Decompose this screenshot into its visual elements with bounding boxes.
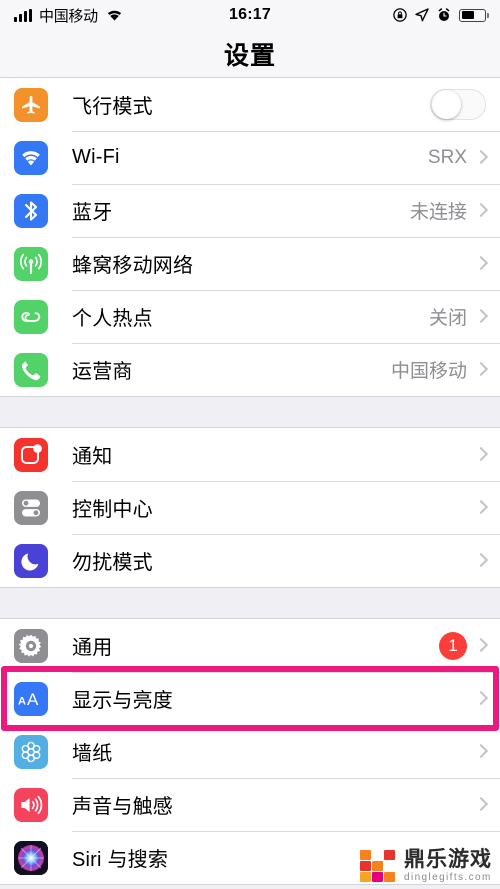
row-accessory bbox=[473, 552, 500, 568]
siri-icon bbox=[14, 840, 48, 875]
airplane-icon bbox=[14, 87, 48, 122]
status-bar-left: 中国移动 bbox=[14, 5, 124, 26]
settings-row-sounds[interactable]: 声音与触感 bbox=[0, 778, 500, 831]
settings-row-carrier[interactable]: 运营商 中国移动 bbox=[0, 343, 500, 396]
rotation-lock-icon bbox=[393, 8, 407, 22]
svg-text:A: A bbox=[18, 695, 26, 707]
section-gap bbox=[0, 397, 500, 427]
page-title: 设置 bbox=[223, 41, 276, 70]
chevron-right-icon bbox=[473, 743, 489, 759]
row-accessory: 1 bbox=[439, 631, 500, 660]
row-accessory bbox=[473, 255, 500, 271]
row-label: 运营商 bbox=[72, 361, 133, 383]
row-accessory bbox=[430, 89, 500, 120]
location-arrow-icon bbox=[415, 8, 429, 22]
section-gap bbox=[0, 588, 500, 618]
chevron-right-icon bbox=[473, 202, 489, 218]
row-value: 未连接 bbox=[409, 202, 467, 223]
wifi-icon bbox=[14, 140, 48, 175]
chevron-right-icon bbox=[473, 255, 489, 271]
notification-icon bbox=[14, 437, 48, 472]
chevron-right-icon bbox=[473, 552, 489, 568]
row-accessory bbox=[473, 743, 500, 759]
watermark-text: 鼎乐游戏 dinglegifts.com bbox=[404, 849, 492, 883]
settings-row-airplane-mode[interactable]: 飞行模式 bbox=[0, 78, 500, 131]
speaker-icon bbox=[14, 787, 48, 822]
cellular-icon bbox=[14, 246, 48, 281]
row-label: 蓝牙 bbox=[72, 202, 113, 224]
settings-row-general[interactable]: 通用 1 bbox=[0, 619, 500, 672]
row-label: 蜂窝移动网络 bbox=[72, 255, 194, 277]
row-label: 个人热点 bbox=[72, 308, 153, 330]
row-label: 墙纸 bbox=[72, 743, 113, 765]
moon-icon bbox=[14, 543, 48, 578]
battery-icon bbox=[459, 8, 489, 22]
settings-row-wifi[interactable]: Wi-Fi SRX bbox=[0, 131, 500, 184]
alarm-clock-icon bbox=[437, 8, 451, 22]
row-accessory bbox=[473, 690, 500, 706]
row-label: 飞行模式 bbox=[72, 96, 153, 118]
watermark-domain: dinglegifts.com bbox=[404, 872, 492, 883]
row-accessory: SRX bbox=[428, 147, 500, 169]
airplane-mode-toggle[interactable] bbox=[430, 89, 486, 120]
settings-screen: 中国移动 16:17 设置 飞行模式 Wi-Fi SRX 蓝牙 未连接 蜂窝移动… bbox=[0, 0, 500, 889]
settings-row-bluetooth[interactable]: 蓝牙 未连接 bbox=[0, 184, 500, 237]
control-center-icon bbox=[14, 490, 48, 525]
wifi-icon bbox=[105, 8, 124, 22]
wallpaper-icon bbox=[14, 734, 48, 769]
status-carrier-label: 中国移动 bbox=[39, 7, 98, 25]
chevron-right-icon bbox=[473, 149, 489, 165]
row-accessory bbox=[473, 796, 500, 812]
aa-icon: AA bbox=[14, 681, 48, 716]
chevron-right-icon bbox=[473, 361, 489, 377]
settings-row-control-center[interactable]: 控制中心 bbox=[0, 481, 500, 534]
hotspot-icon bbox=[14, 299, 48, 334]
watermark-title: 鼎乐游戏 bbox=[404, 848, 492, 871]
row-label: Wi-Fi bbox=[72, 146, 120, 168]
row-label: 显示与亮度 bbox=[72, 690, 173, 712]
watermark: 鼎乐游戏 dinglegifts.com bbox=[360, 849, 492, 883]
bluetooth-icon bbox=[14, 193, 48, 228]
row-accessory bbox=[473, 499, 500, 515]
settings-row-wallpaper[interactable]: 墙纸 bbox=[0, 725, 500, 778]
settings-group-notifications: 通知控制中心勿扰模式 bbox=[0, 427, 500, 588]
signal-bars-icon bbox=[14, 8, 32, 22]
chevron-right-icon bbox=[473, 499, 489, 515]
row-value: 关闭 bbox=[428, 308, 467, 329]
row-accessory bbox=[473, 446, 500, 462]
row-value: 中国移动 bbox=[390, 361, 467, 382]
row-label: Siri 与搜索 bbox=[72, 849, 169, 871]
watermark-logo-icon bbox=[360, 849, 398, 883]
navigation-bar: 设置 bbox=[0, 30, 500, 77]
settings-row-hotspot[interactable]: 个人热点 关闭 bbox=[0, 290, 500, 343]
row-label: 勿扰模式 bbox=[72, 552, 153, 574]
chevron-right-icon bbox=[473, 446, 489, 462]
chevron-right-icon bbox=[473, 637, 489, 653]
settings-row-display[interactable]: A A 显示与亮度 bbox=[0, 672, 500, 725]
chevron-right-icon bbox=[473, 308, 489, 324]
settings-row-do-not-disturb[interactable]: 勿扰模式 bbox=[0, 534, 500, 587]
settings-row-cellular[interactable]: 蜂窝移动网络 bbox=[0, 237, 500, 290]
row-label: 通用 bbox=[72, 637, 113, 659]
gear-icon bbox=[14, 628, 48, 663]
status-badge: 1 bbox=[439, 631, 467, 660]
svg-text:A: A bbox=[27, 690, 39, 709]
row-value: SRX bbox=[427, 146, 467, 168]
settings-group-connectivity: 飞行模式 Wi-Fi SRX 蓝牙 未连接蜂窝移动网络 个人热点 关闭运营商 中国移动 bbox=[0, 77, 500, 397]
settings-list[interactable]: 飞行模式 Wi-Fi SRX 蓝牙 未连接蜂窝移动网络 个人热点 关闭运营商 中国移动通知控制… bbox=[0, 77, 500, 889]
chevron-right-icon bbox=[473, 690, 489, 706]
settings-group-system: 通用 1 A A 显示与亮度墙纸声音与触感 Siri 与搜索 bbox=[0, 618, 500, 885]
row-label: 通知 bbox=[72, 446, 113, 468]
settings-row-notifications[interactable]: 通知 bbox=[0, 428, 500, 481]
row-label: 声音与触感 bbox=[72, 796, 173, 818]
status-bar: 中国移动 16:17 bbox=[0, 0, 500, 30]
row-accessory: 中国移动 bbox=[391, 356, 500, 383]
row-accessory: 关闭 bbox=[429, 303, 500, 330]
phone-icon bbox=[14, 352, 48, 387]
status-bar-right bbox=[393, 8, 489, 22]
row-accessory: 未连接 bbox=[410, 197, 500, 224]
row-label: 控制中心 bbox=[72, 499, 153, 521]
chevron-right-icon bbox=[473, 796, 489, 812]
